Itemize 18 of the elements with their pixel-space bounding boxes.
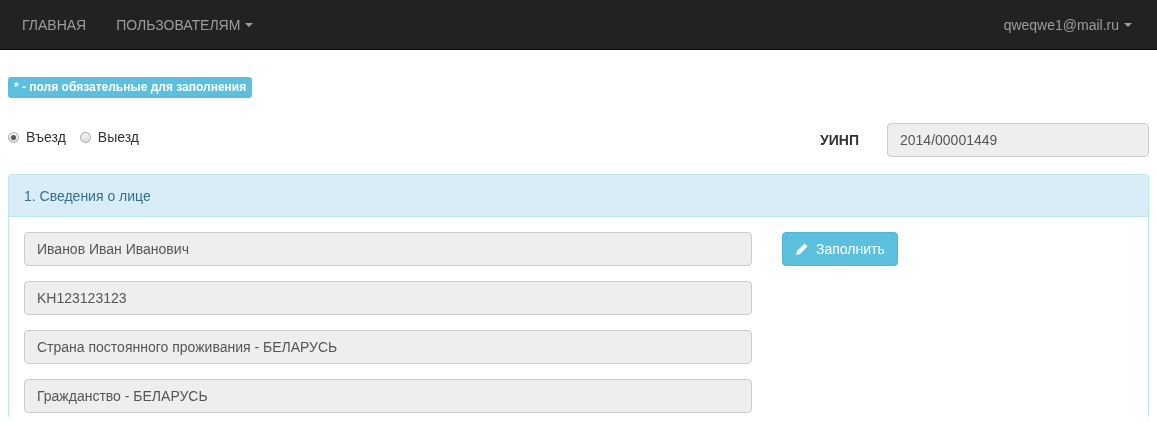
input-field[interactable]: KH123123123 <box>24 281 752 315</box>
input-field[interactable]: Гражданство - БЕЛАРУСЬ <box>24 379 752 413</box>
radio-label: Выезд <box>97 129 140 145</box>
pencil-icon <box>795 242 809 256</box>
input-field[interactable]: Страна постоянного проживания - БЕЛАРУСЬ <box>24 330 752 364</box>
nav-link[interactable]: ГЛАВНАЯ <box>7 16 102 33</box>
uinp-field[interactable]: 2014/00001449 <box>887 123 1149 157</box>
radio-icon[interactable] <box>79 131 91 143</box>
radio-option[interactable]: Въезд <box>8 129 66 145</box>
radio-label: Въезд <box>26 129 66 145</box>
input-field[interactable]: Иванов Иван Иванович <box>24 232 752 266</box>
nav-link[interactable]: ПОЛЬЗОВАТЕЛЯМ <box>101 16 269 33</box>
radio-icon[interactable] <box>8 131 19 143</box>
required-note: * - поля обязательные для заполнения <box>8 77 253 98</box>
uinp-label: УИНП <box>820 132 859 148</box>
user-menu[interactable]: qweqwe1@mail.ru <box>988 16 1147 33</box>
panel-title: 1. Сведения о лице <box>9 175 1148 217</box>
radio-option[interactable]: Выезд <box>79 129 140 145</box>
